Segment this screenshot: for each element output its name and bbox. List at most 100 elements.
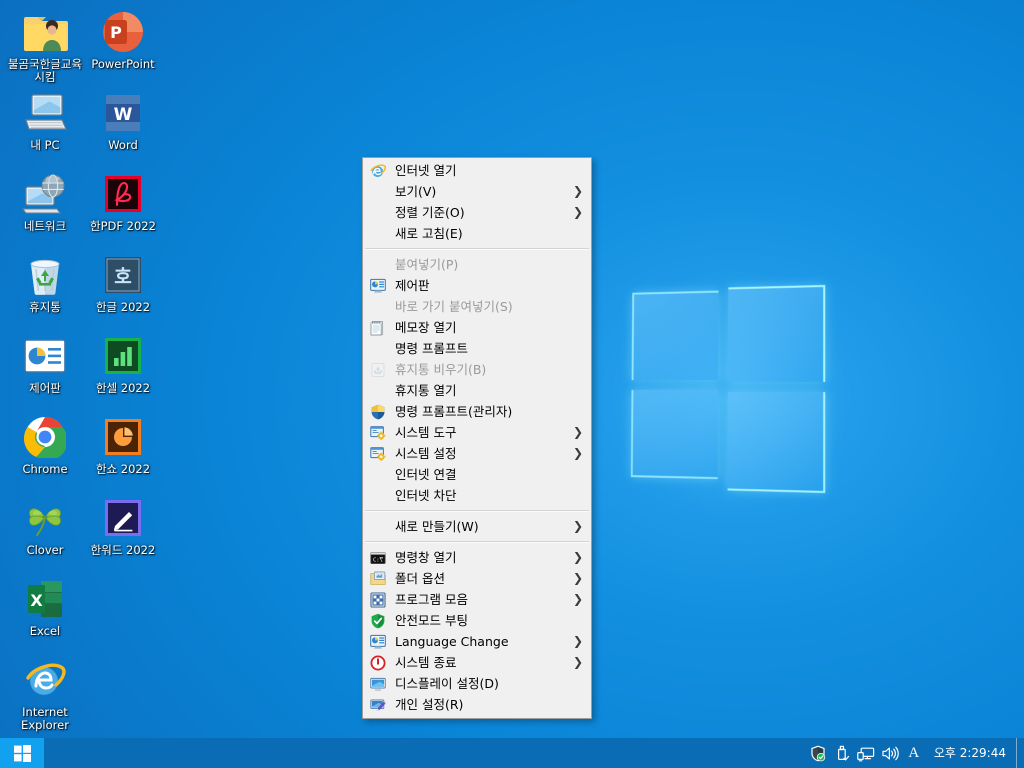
hanpdf-icon xyxy=(99,170,147,218)
desktop-icon-label: Chrome xyxy=(22,462,68,476)
menu-item-label: 정렬 기준(O) xyxy=(395,205,465,220)
desktop-icon-label: 한워드 2022 xyxy=(90,543,156,557)
menu-item-label: 새로 만들기(W) xyxy=(395,519,479,534)
submenu-chevron-icon: ❯ xyxy=(572,184,583,198)
desktop-icon-internet-explorer[interactable]: Internet Explorer xyxy=(6,656,84,732)
wallpaper-pane-top-right xyxy=(727,284,826,383)
menu-item-label: 제어판 xyxy=(395,278,430,293)
control-panel-icon xyxy=(21,332,69,380)
menu-item[interactable]: 명령 프롬프트 xyxy=(363,338,591,359)
ime-letter: A xyxy=(908,744,920,761)
system-tools-icon xyxy=(370,425,386,441)
internet-explorer-icon xyxy=(370,163,387,179)
submenu-chevron-icon: ❯ xyxy=(572,571,583,585)
menu-item[interactable]: C:\ 명령창 열기 ❯ xyxy=(363,547,591,568)
menu-item[interactable]: 휴지통 열기 xyxy=(363,380,591,401)
menu-item[interactable]: 보기(V) ❯ xyxy=(363,181,591,202)
menu-item[interactable]: 정렬 기준(O) ❯ xyxy=(363,202,591,223)
menu-item[interactable]: 시스템 도구 ❯ xyxy=(363,422,591,443)
desktop-icon-this-pc[interactable]: 내 PC xyxy=(6,89,84,152)
svg-text:C:\: C:\ xyxy=(373,558,383,564)
hanword-icon xyxy=(99,494,147,542)
menu-item[interactable]: 인터넷 열기 xyxy=(363,160,591,181)
menu-item[interactable]: 시스템 설정 ❯ xyxy=(363,443,591,464)
hanshow-icon xyxy=(99,413,147,461)
desktop-icon-label: Excel xyxy=(29,624,61,638)
desktop-icon-hangul[interactable]: 호 한글 2022 xyxy=(84,251,162,314)
personalize-icon xyxy=(370,697,386,713)
desktop-icon-hanword[interactable]: 한워드 2022 xyxy=(84,494,162,557)
control-panel-icon xyxy=(370,634,386,650)
taskbar[interactable]: A 오후 2:29:44 xyxy=(0,738,1024,768)
volume-icon[interactable] xyxy=(878,738,902,768)
menu-item[interactable]: 새로 고침(E) xyxy=(363,223,591,244)
menu-item[interactable]: 인터넷 연결 xyxy=(363,464,591,485)
menu-item[interactable]: 인터넷 차단 xyxy=(363,485,591,506)
menu-item[interactable]: 시스템 종료 ❯ xyxy=(363,652,591,673)
menu-item-label: 바로 가기 붙여넣기(S) xyxy=(395,299,513,314)
svg-text:W: W xyxy=(114,105,133,125)
desktop-icon-clover[interactable]: Clover xyxy=(6,494,84,557)
desktop-icon-hanshow[interactable]: 한쇼 2022 xyxy=(84,413,162,476)
wallpaper-pane-top-left xyxy=(631,290,719,381)
desktop-icon-control-panel[interactable]: 제어판 xyxy=(6,332,84,395)
desktop-icon-label: Word xyxy=(108,138,138,152)
menu-item[interactable]: 명령 프롬프트(관리자) xyxy=(363,401,591,422)
desktop-icon-hanpdf[interactable]: 한PDF 2022 xyxy=(84,170,162,233)
menu-item[interactable]: 새로 만들기(W) ❯ xyxy=(363,516,591,537)
usb-eject-icon[interactable] xyxy=(830,738,854,768)
menu-item[interactable]: 제어판 xyxy=(363,275,591,296)
network-icon[interactable] xyxy=(854,738,878,768)
desktop-icon-hancell[interactable]: 한셀 2022 xyxy=(84,332,162,395)
desktop-icon-recycle-bin[interactable]: 휴지통 xyxy=(6,251,84,314)
wallpaper-windows-logo xyxy=(592,242,872,544)
ime-icon[interactable]: A xyxy=(902,738,926,768)
system-tray[interactable]: A 오후 2:29:44 xyxy=(806,738,1024,768)
menu-item-label: 시스템 종료 xyxy=(395,655,457,670)
menu-item[interactable]: Language Change ❯ xyxy=(363,631,591,652)
tray-clock[interactable]: 오후 2:29:44 xyxy=(926,738,1016,768)
submenu-chevron-icon: ❯ xyxy=(572,634,583,648)
internet-explorer-icon xyxy=(21,656,69,704)
submenu-chevron-icon: ❯ xyxy=(572,592,583,606)
submenu-chevron-icon: ❯ xyxy=(572,519,583,533)
menu-item[interactable]: 프로그램 모음 ❯ xyxy=(363,589,591,610)
menu-item[interactable]: 안전모드 부팅 xyxy=(363,610,591,631)
wallpaper-pane-bottom-right xyxy=(727,392,826,494)
word-icon: W xyxy=(99,89,147,137)
svg-text:P: P xyxy=(110,23,122,42)
desktop[interactable]: 불곰국한글교육시킴 P PowerPoint 내 PC W Word 네트워크 … xyxy=(0,0,1024,768)
start-button[interactable] xyxy=(0,738,44,768)
desktop-icon-label: 네트워크 xyxy=(23,219,67,233)
cmd-icon: C:\ xyxy=(370,550,386,566)
desktop-icon-excel[interactable]: X Excel xyxy=(6,575,84,638)
menu-item-label: 휴지통 비우기(B) xyxy=(395,362,487,377)
menu-separator xyxy=(365,541,589,543)
menu-item-label: 디스플레이 설정(D) xyxy=(395,676,499,691)
menu-item[interactable]: 디스플레이 설정(D) xyxy=(363,673,591,694)
display-icon xyxy=(370,676,386,692)
submenu-chevron-icon: ❯ xyxy=(572,655,583,669)
menu-item[interactable]: 개인 설정(R) xyxy=(363,694,591,715)
menu-item-label: 폴더 옵션 xyxy=(395,571,445,586)
menu-item[interactable]: 메모장 열기 xyxy=(363,317,591,338)
defender-shield-icon[interactable] xyxy=(806,738,830,768)
desktop-icon-folder-user[interactable]: 불곰국한글교육시킴 xyxy=(6,8,84,84)
desktop-icon-label: 내 PC xyxy=(30,138,60,152)
desktop-context-menu[interactable]: 인터넷 열기 보기(V) ❯ 정렬 기준(O) ❯ 새로 고침(E) 붙여넣기(P) 제어판… xyxy=(362,157,592,719)
desktop-icon-label: 한PDF 2022 xyxy=(90,219,156,233)
menu-item: 휴지통 비우기(B) xyxy=(363,359,591,380)
desktop-icon-network[interactable]: 네트워크 xyxy=(6,170,84,233)
menu-item-label: 붙여넣기(P) xyxy=(395,257,459,272)
desktop-icon-chrome[interactable]: Chrome xyxy=(6,413,84,476)
desktop-icon-label: PowerPoint xyxy=(91,57,155,71)
uac-shield-icon xyxy=(370,404,386,420)
show-desktop-button[interactable] xyxy=(1016,738,1024,768)
clover-icon xyxy=(21,494,69,542)
desktop-icon-label: 휴지통 xyxy=(29,300,61,314)
desktop-icon-powerpoint[interactable]: P PowerPoint xyxy=(84,8,162,71)
system-tools-icon xyxy=(370,446,386,462)
menu-item[interactable]: 폴더 옵션 ❯ xyxy=(363,568,591,589)
desktop-icon-label: Internet Explorer xyxy=(21,705,69,732)
desktop-icon-word[interactable]: W Word xyxy=(84,89,162,152)
